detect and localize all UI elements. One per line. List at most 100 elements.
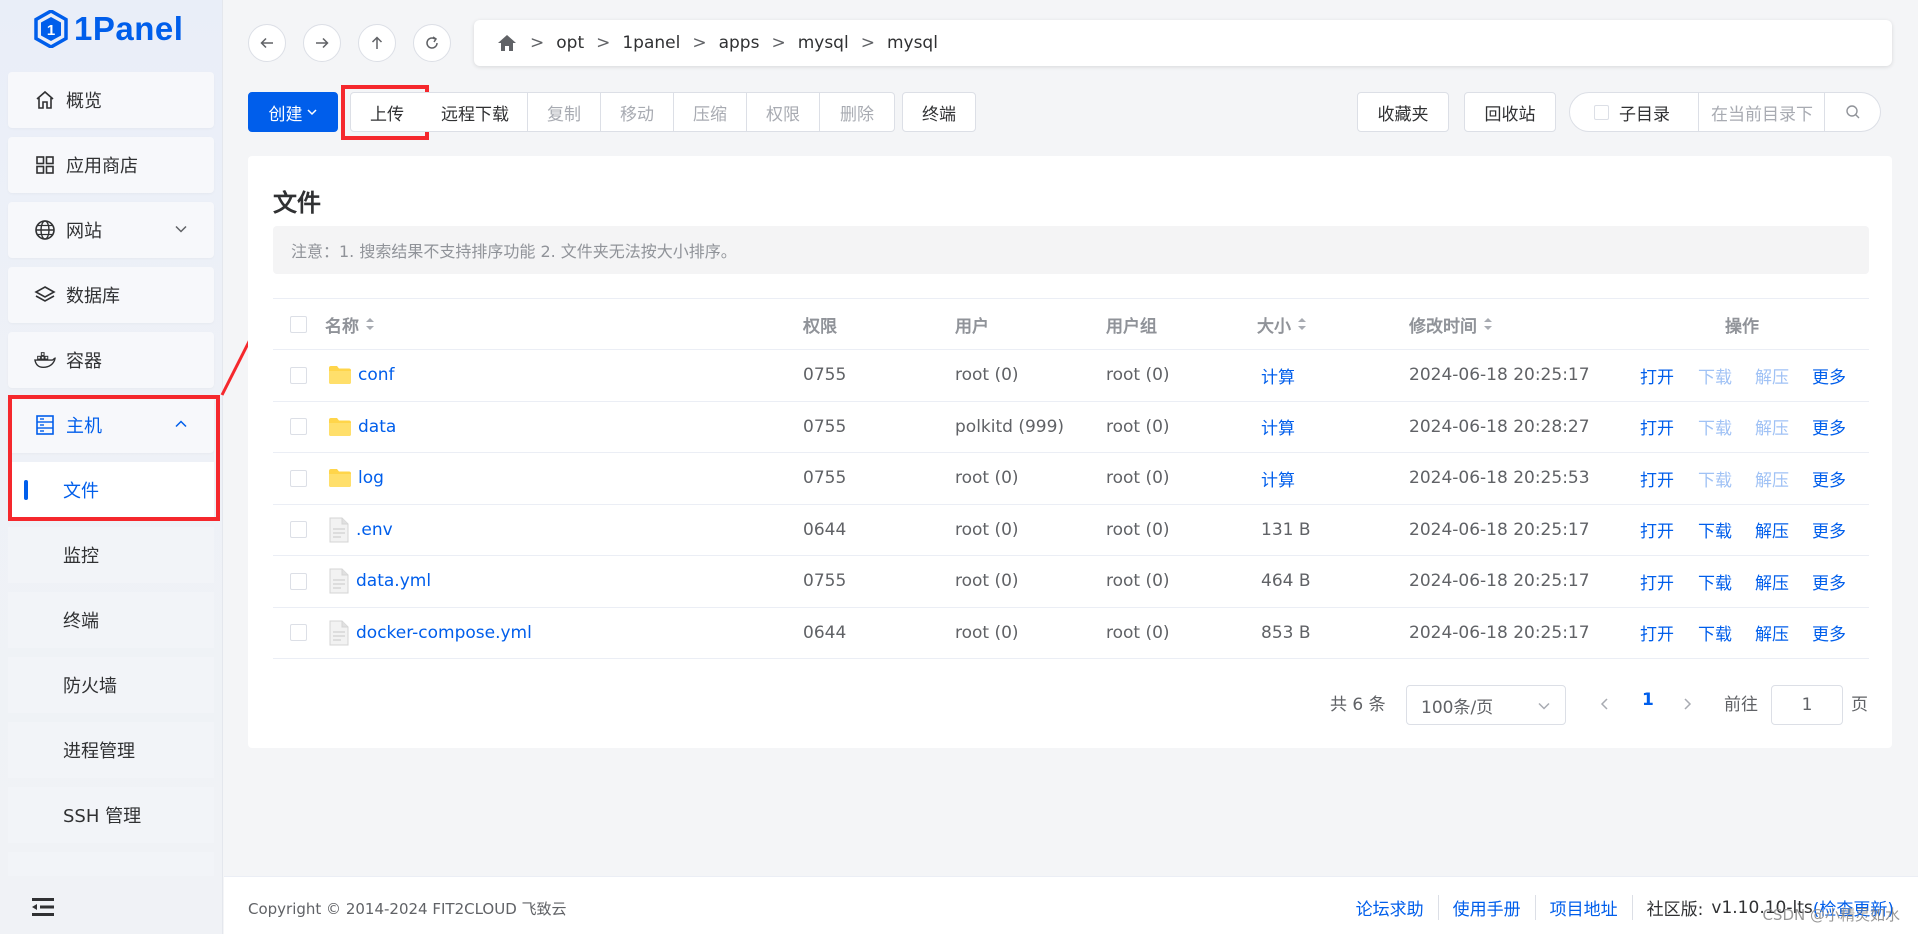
row-checkbox[interactable] — [290, 521, 307, 539]
permission-button[interactable]: 权限 — [747, 92, 820, 132]
upload-button[interactable]: 上传 — [350, 92, 424, 132]
extract-action[interactable]: 解压 — [1755, 414, 1789, 439]
calc-size-button[interactable]: 计算 — [1261, 402, 1295, 453]
extract-action[interactable]: 解压 — [1755, 466, 1789, 491]
subdir-checkbox[interactable]: 子目录 — [1569, 92, 1699, 132]
open-action[interactable]: 打开 — [1640, 517, 1674, 542]
forum-link[interactable]: 论坛求助 — [1342, 895, 1439, 920]
sidebar-item-label: 应用商店 — [66, 156, 138, 177]
file-name-link[interactable]: data — [358, 417, 396, 437]
file-name-link[interactable]: conf — [358, 365, 395, 385]
sidebar-subitem-monitor[interactable]: 监控 — [8, 527, 214, 583]
page-size-select[interactable]: 100条/页 — [1406, 685, 1566, 725]
extract-action[interactable]: 解压 — [1755, 517, 1789, 542]
sidebar-item-label: 网站 — [66, 221, 102, 242]
docker-icon — [34, 349, 56, 371]
delete-button[interactable]: 删除 — [820, 92, 895, 132]
download-action[interactable]: 下载 — [1698, 414, 1732, 439]
manual-link[interactable]: 使用手册 — [1439, 895, 1536, 920]
page-suffix: 页 — [1851, 695, 1868, 715]
forward-button[interactable] — [303, 24, 341, 62]
more-action[interactable]: 更多 — [1812, 363, 1846, 388]
open-action[interactable]: 打开 — [1640, 414, 1674, 439]
extract-action[interactable]: 解压 — [1755, 569, 1789, 594]
remote-download-button[interactable]: 远程下载 — [423, 92, 528, 132]
sidebar-subitem-ssh[interactable]: SSH 管理 — [8, 787, 214, 843]
breadcrumb-item[interactable]: mysql — [887, 33, 938, 53]
file-name-link[interactable]: log — [358, 468, 384, 488]
sidebar-subitem-process[interactable]: 进程管理 — [8, 722, 214, 778]
open-action[interactable]: 打开 — [1640, 363, 1674, 388]
more-action[interactable]: 更多 — [1812, 517, 1846, 542]
back-button[interactable] — [248, 24, 286, 62]
arrow-up-icon — [371, 36, 383, 49]
row-checkbox[interactable] — [290, 469, 307, 487]
select-all-checkbox[interactable] — [290, 315, 307, 333]
open-action[interactable]: 打开 — [1640, 569, 1674, 594]
breadcrumb-item[interactable]: opt — [556, 33, 584, 53]
sidebar-item-container[interactable]: 容器 — [8, 332, 214, 388]
download-action[interactable]: 下载 — [1698, 620, 1732, 645]
create-dropdown-button[interactable]: 创建 — [248, 92, 338, 132]
perm-cell: 0755 — [803, 468, 847, 489]
sidebar-item-app-store[interactable]: 应用商店 — [8, 137, 214, 193]
page-number-current[interactable]: 1 — [1642, 690, 1654, 710]
home-icon[interactable] — [496, 33, 518, 53]
column-header-mtime[interactable]: 修改时间 — [1409, 299, 1493, 349]
sidebar-item-database[interactable]: 数据库 — [8, 267, 214, 323]
app-logo[interactable]: 1 1Panel — [34, 8, 183, 50]
sidebar-item-label: 数据库 — [66, 286, 120, 307]
download-action[interactable]: 下载 — [1698, 363, 1732, 388]
row-checkbox[interactable] — [290, 418, 307, 436]
prev-page-icon[interactable] — [1598, 697, 1612, 711]
sidebar-subitem-firewall[interactable]: 防火墙 — [8, 657, 214, 713]
sidebar-subitem-files[interactable]: 文件 — [8, 462, 214, 518]
recycle-bin-button[interactable]: 回收站 — [1464, 92, 1556, 132]
download-action[interactable]: 下载 — [1698, 517, 1732, 542]
calc-size-button[interactable]: 计算 — [1261, 453, 1295, 504]
move-button[interactable]: 移动 — [601, 92, 674, 132]
open-action[interactable]: 打开 — [1640, 466, 1674, 491]
next-page-icon[interactable] — [1680, 697, 1694, 711]
user-cell: root (0) — [955, 468, 1019, 489]
sidebar-subitem-terminal[interactable]: 终端 — [8, 592, 214, 648]
sidebar-item-label: 主机 — [66, 416, 102, 437]
more-action[interactable]: 更多 — [1812, 466, 1846, 491]
more-action[interactable]: 更多 — [1812, 414, 1846, 439]
menu-collapse-icon[interactable] — [30, 896, 58, 918]
refresh-button[interactable] — [413, 24, 451, 62]
project-link[interactable]: 项目地址 — [1536, 895, 1633, 920]
search-input[interactable]: 在当前目录下 — [1699, 92, 1825, 132]
goto-page-input[interactable]: 1 — [1771, 685, 1843, 725]
checkbox[interactable] — [1594, 104, 1609, 120]
sidebar-item-host[interactable]: 主机 — [8, 397, 214, 453]
breadcrumb-item[interactable]: 1panel — [622, 33, 680, 53]
up-button[interactable] — [358, 24, 396, 62]
search-button[interactable] — [1825, 92, 1881, 132]
logo-text: 1Panel — [74, 10, 184, 47]
file-name-link[interactable]: data.yml — [356, 571, 431, 591]
sidebar-item-website[interactable]: 网站 — [8, 202, 214, 258]
column-header-name[interactable]: 名称 — [325, 299, 375, 349]
copy-button[interactable]: 复制 — [528, 92, 601, 132]
download-action[interactable]: 下载 — [1698, 466, 1732, 491]
column-header-size[interactable]: 大小 — [1257, 299, 1307, 349]
file-name-link[interactable]: docker-compose.yml — [356, 623, 532, 643]
sidebar-item-overview[interactable]: 概览 — [8, 72, 214, 128]
row-checkbox[interactable] — [290, 366, 307, 384]
breadcrumb-item[interactable]: apps — [719, 33, 760, 53]
compress-button[interactable]: 压缩 — [674, 92, 747, 132]
calc-size-button[interactable]: 计算 — [1261, 350, 1295, 401]
file-name-link[interactable]: .env — [356, 520, 393, 540]
extract-action[interactable]: 解压 — [1755, 363, 1789, 388]
open-action[interactable]: 打开 — [1640, 620, 1674, 645]
terminal-button[interactable]: 终端 — [902, 92, 976, 132]
breadcrumb-item[interactable]: mysql — [798, 33, 849, 53]
more-action[interactable]: 更多 — [1812, 569, 1846, 594]
row-checkbox[interactable] — [290, 624, 307, 642]
download-action[interactable]: 下载 — [1698, 569, 1732, 594]
row-checkbox[interactable] — [290, 572, 307, 590]
extract-action[interactable]: 解压 — [1755, 620, 1789, 645]
favorites-button[interactable]: 收藏夹 — [1357, 92, 1449, 132]
more-action[interactable]: 更多 — [1812, 620, 1846, 645]
